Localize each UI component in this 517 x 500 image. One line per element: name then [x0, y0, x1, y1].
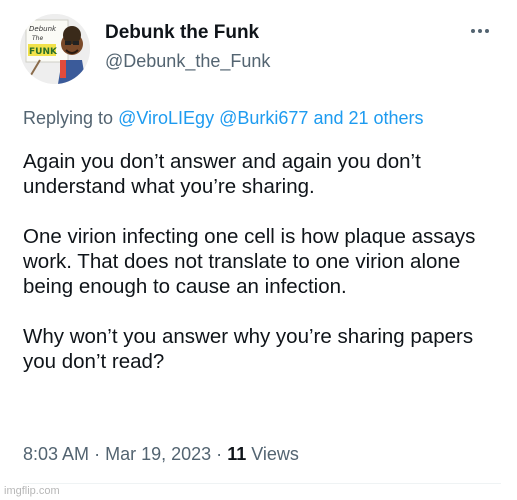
views-label: Views — [251, 444, 299, 464]
avatar-sign-line-3: FUNK — [29, 47, 58, 57]
tweet-text: Again you don’t answer and again you don… — [23, 149, 503, 399]
replying-to: Replying to @ViroLIEgy @Burki677 and 21 … — [23, 108, 424, 129]
replying-to-prefix: Replying to — [23, 108, 114, 128]
reply-user-virolieGy[interactable]: @ViroLIEgy — [118, 108, 214, 128]
tweet-card: Debunk The FUNK Debunk the Funk @Debunk_… — [0, 0, 517, 500]
tweet-meta: 8:03 AM · Mar 19, 2023 · 11 Views — [23, 444, 299, 465]
more-options-button[interactable] — [466, 20, 494, 42]
author-handle[interactable]: @Debunk_the_Funk — [105, 51, 270, 72]
views-count: 11 — [227, 444, 247, 464]
tweet-paragraph: Again you don’t answer and again you don… — [23, 150, 421, 198]
avatar-image: Debunk The FUNK — [20, 14, 90, 84]
tweet-time[interactable]: 8:03 AM — [23, 444, 89, 464]
tweet-date[interactable]: Mar 19, 2023 — [105, 444, 211, 464]
reply-user-burki677[interactable]: @Burki677 — [219, 108, 308, 128]
imgflip-watermark: imgflip.com — [4, 485, 60, 497]
author-display-name[interactable]: Debunk the Funk — [105, 22, 259, 44]
reply-others-link[interactable]: and 21 others — [313, 108, 423, 128]
meta-separator: · — [94, 444, 101, 464]
meta-separator: · — [216, 444, 223, 464]
divider — [23, 483, 501, 484]
avatar[interactable]: Debunk The FUNK — [20, 14, 90, 84]
tweet-paragraph: One virion infecting one cell is how pla… — [23, 225, 476, 298]
avatar-sign-line-2: The — [32, 35, 43, 42]
more-horizontal-icon — [471, 29, 489, 33]
avatar-sign-line-1: Debunk — [29, 25, 57, 33]
tweet-paragraph: Why won’t you answer why you’re sharing … — [23, 325, 474, 373]
